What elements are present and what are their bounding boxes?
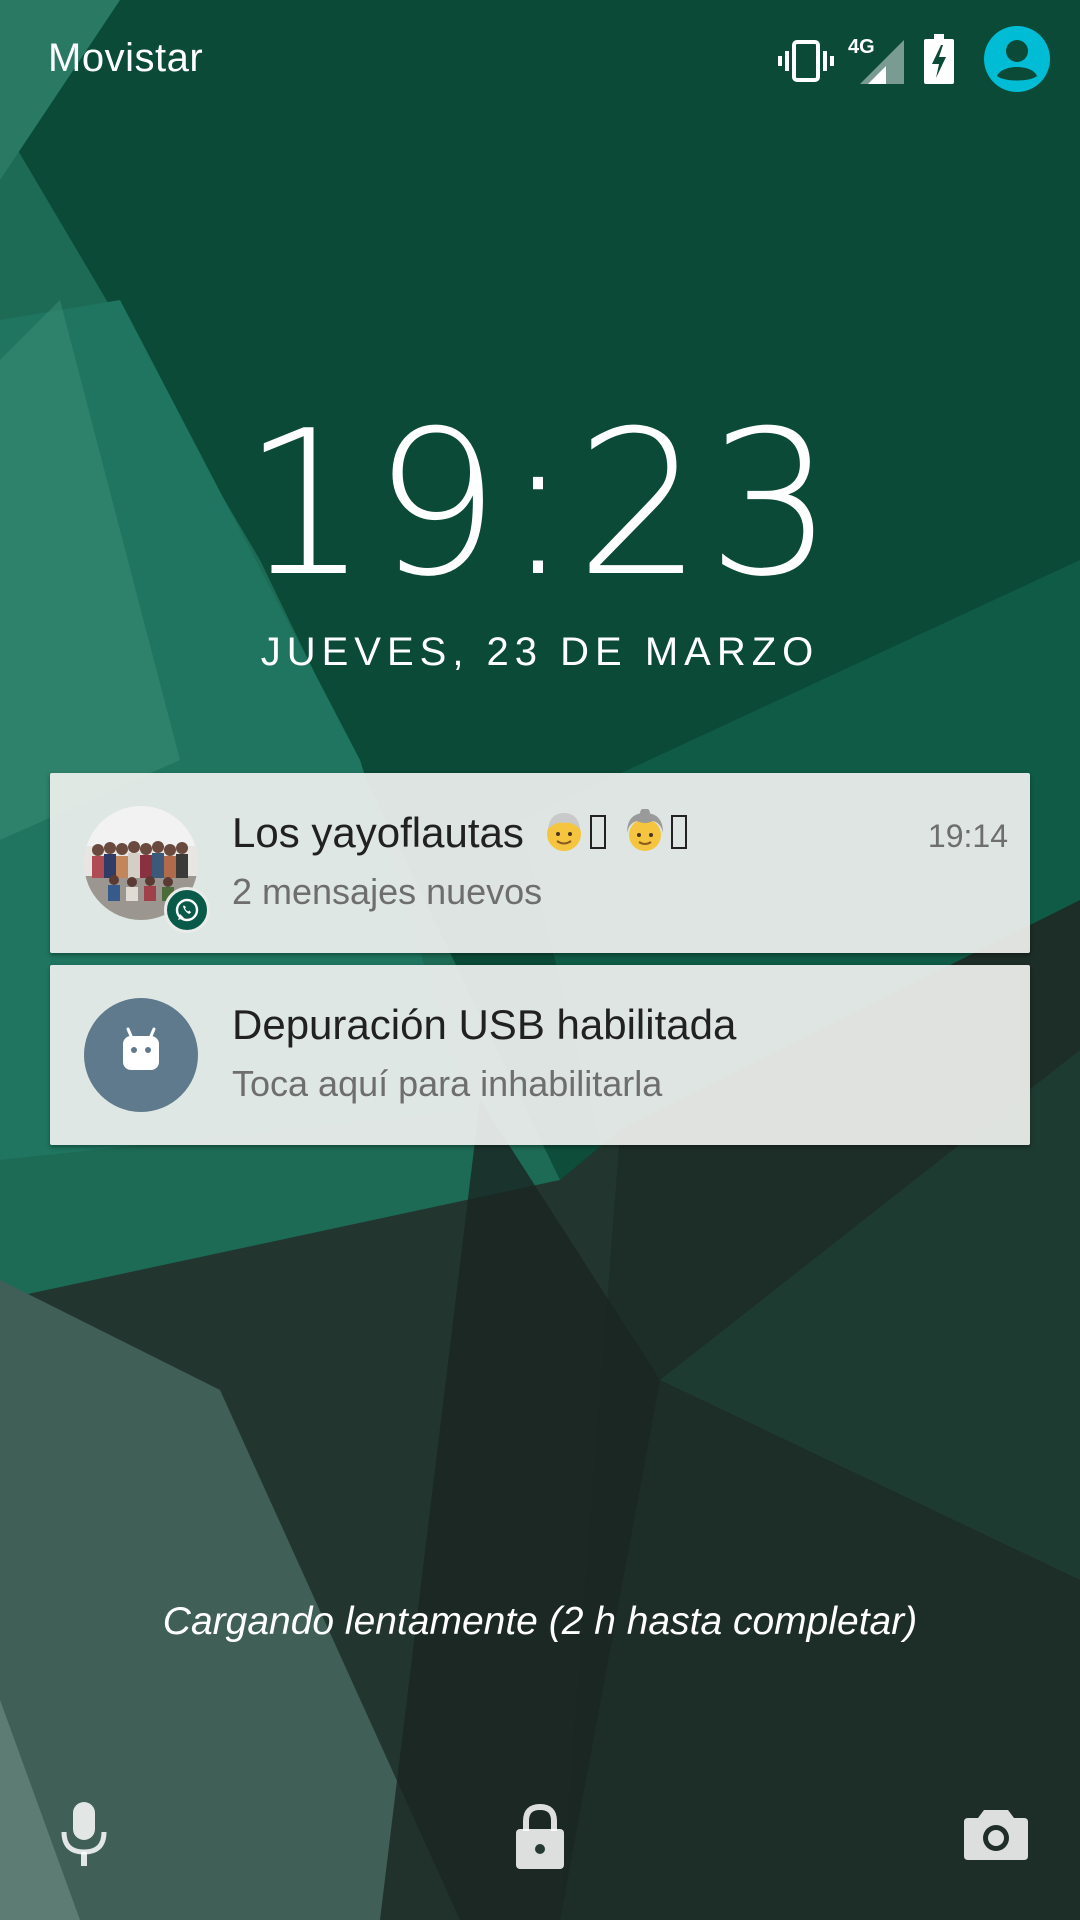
notification-time: 19:14	[927, 818, 1008, 854]
android-debug-icon	[84, 998, 198, 1112]
battery-charging-icon	[924, 34, 954, 84]
vibrate-icon	[778, 40, 834, 82]
notification-title: Los yayoflautas	[232, 809, 688, 857]
missing-glyph-icon	[671, 815, 688, 849]
notification-title: Depuración USB habilitada	[232, 1001, 737, 1048]
notification-text: 2 mensajes nuevos	[232, 871, 543, 912]
notification-usb-debugging[interactable]: Depuración USB habilitada Toca aquí para…	[50, 965, 1030, 1145]
missing-glyph-icon	[589, 815, 606, 849]
lock-clock: 19:23	[241, 388, 839, 621]
notification-title-text: Los yayoflautas	[232, 809, 524, 856]
status-icons: 4G	[770, 26, 1054, 96]
whatsapp-icon	[164, 887, 210, 933]
carrier-name: Movistar	[48, 36, 204, 80]
camera-icon[interactable]	[964, 1806, 1028, 1860]
mic-icon[interactable]	[58, 1802, 110, 1868]
old-woman-emoji-icon	[627, 809, 664, 851]
lock-date: JUEVES, 23 DE MARZO	[260, 630, 820, 674]
charging-status: Cargando lentamente (2 h hasta completar…	[162, 1600, 918, 1643]
signal-icon	[860, 40, 904, 84]
lock-screen: Movistar 4G 19:23 JUEVES, 23 DE MARZO Lo…	[0, 0, 1080, 1920]
notification-text: Toca aquí para inhabilitarla	[232, 1063, 663, 1104]
old-man-emoji-icon	[546, 813, 581, 851]
notification-whatsapp[interactable]: Los yayoflautas 2 mensajes nuevos 19:14	[50, 773, 1030, 953]
user-icon[interactable]	[984, 26, 1050, 92]
lock-icon[interactable]	[514, 1803, 566, 1869]
